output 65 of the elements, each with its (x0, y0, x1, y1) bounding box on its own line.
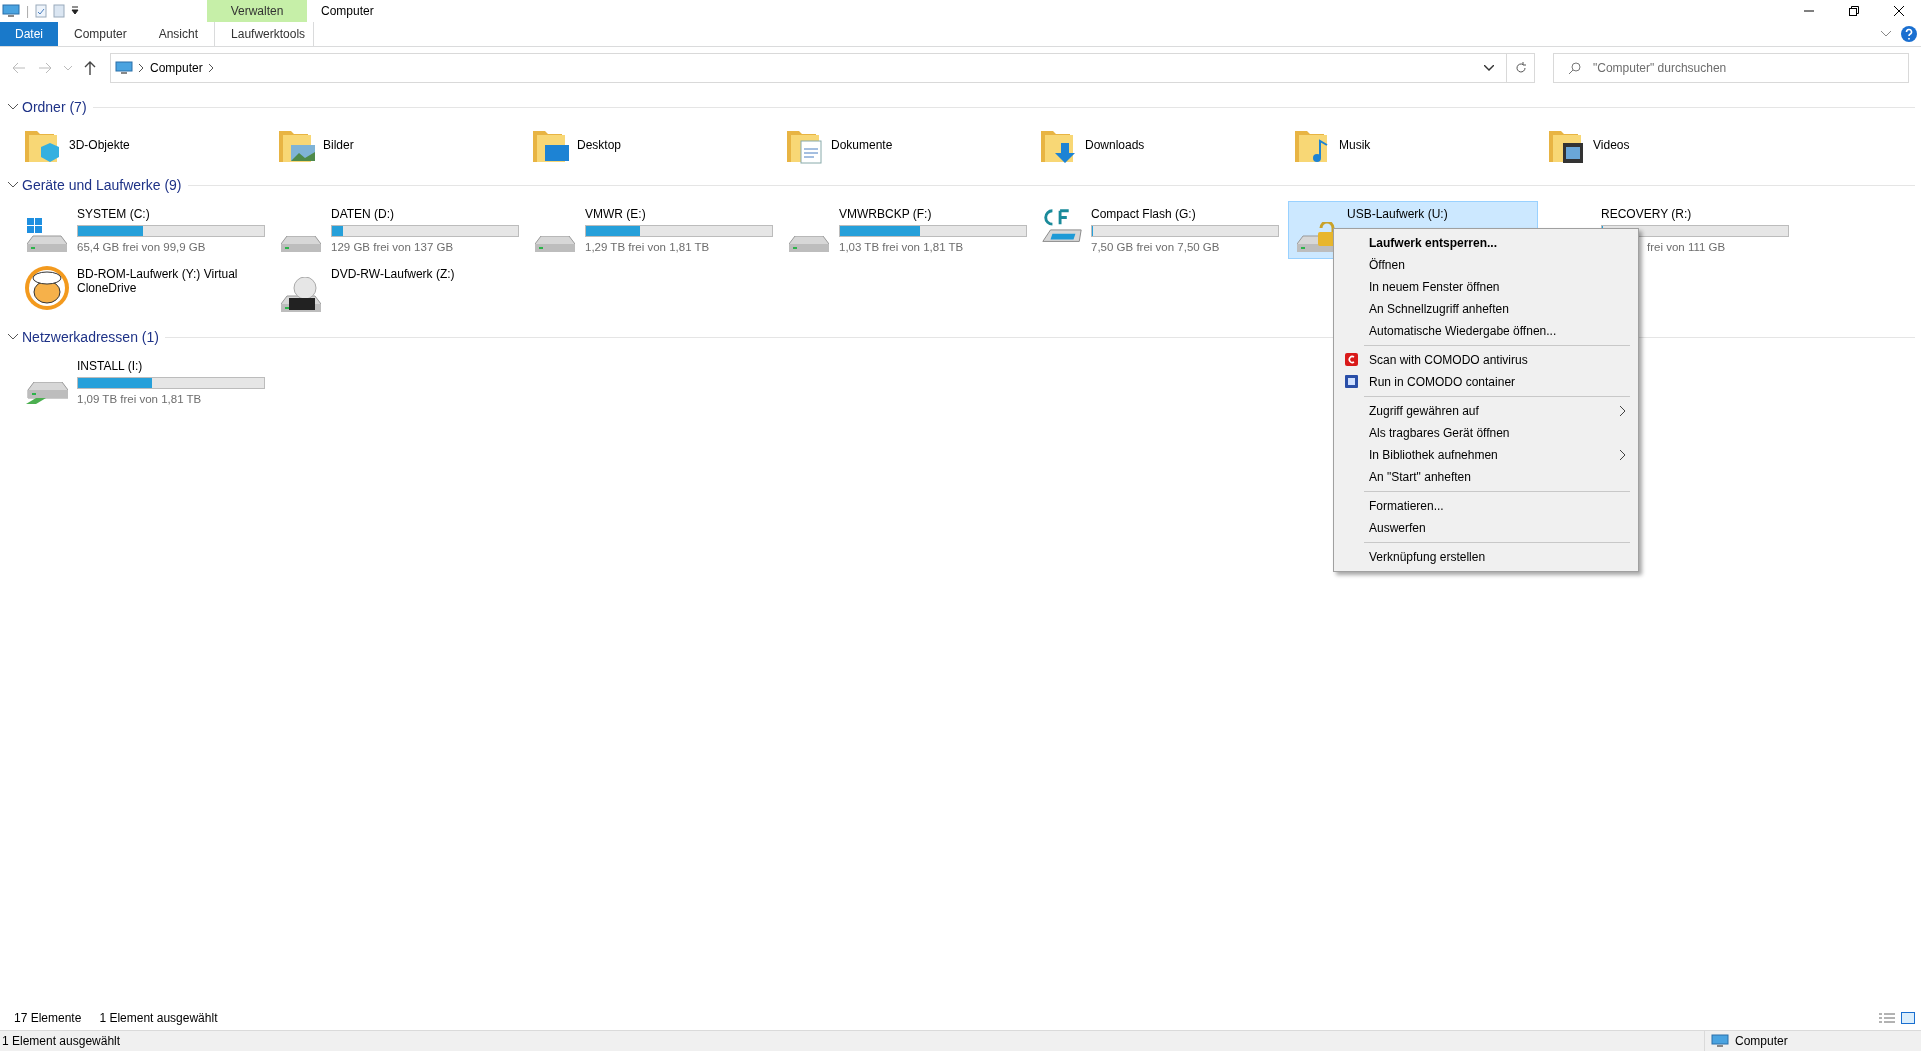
drive-item[interactable]: Compact Flash (G:) 7,50 GB frei von 7,50 GB (1034, 201, 1284, 259)
free-space-text: frei von 111 GB (1646, 241, 1727, 253)
menu-item[interactable]: Formatieren... (1336, 495, 1636, 517)
folder-name: Dokumente (831, 138, 893, 152)
menu-item[interactable]: Verknüpfung erstellen (1336, 546, 1636, 568)
drive-name: DVD-RW-Laufwerk (Z:) (331, 267, 455, 281)
menu-item[interactable]: Als tragbares Gerät öffnen (1336, 422, 1636, 444)
drive-name: DATEN (D:) (331, 207, 396, 221)
folder-item[interactable]: Musik (1288, 123, 1538, 167)
toolbar-separator: | (26, 4, 30, 18)
drive-item[interactable]: DVD-RW-Laufwerk (Z:) (272, 261, 522, 319)
menu-item[interactable]: Auswerfen (1336, 517, 1636, 539)
window-title: Computer (321, 4, 374, 18)
drive-name: BD-ROM-Laufwerk (Y:) Virtual CloneDrive (77, 267, 239, 295)
drive-item[interactable]: VMWRBCKP (F:) 1,03 TB frei von 1,81 TB (780, 201, 1030, 259)
drive-item[interactable]: BD-ROM-Laufwerk (Y:) Virtual CloneDrive (18, 261, 268, 319)
drive-name: VMWRBCKP (F:) (839, 207, 933, 221)
folder-name: Downloads (1085, 138, 1145, 152)
free-space-text: 65,4 GB frei von 99,9 GB (77, 241, 207, 253)
ribbon-tab[interactable]: Datei (0, 22, 58, 46)
free-space-text: 7,50 GB frei von 7,50 GB (1091, 241, 1221, 253)
drive-item[interactable]: SYSTEM (C:) 65,4 GB frei von 99,9 GB (18, 201, 268, 259)
free-space-text: 129 GB frei von 137 GB (331, 241, 455, 253)
folder-name: Bilder (323, 138, 354, 152)
drive-item[interactable]: DATEN (D:) 129 GB frei von 137 GB (272, 201, 522, 259)
drive-name: RECOVERY (R:) (1601, 207, 1693, 221)
menu-item[interactable]: An "Start" anheften (1336, 466, 1636, 488)
zone-text: Computer (1735, 1034, 1788, 1048)
folder-name: 3D-Objekte (69, 138, 130, 152)
folder-item[interactable]: Bilder (272, 123, 522, 167)
drive-name: VMWR (E:) (585, 207, 647, 221)
drive-item[interactable]: INSTALL (I:) 1,09 TB frei von 1,81 TB (18, 353, 268, 411)
search-box[interactable]: "Computer" durchsuchen (1553, 53, 1909, 83)
free-space-text: 1,03 TB frei von 1,81 TB (839, 241, 965, 253)
group-header[interactable]: Ordner (7) (6, 99, 87, 115)
status-text: 1 Element ausgewählt (2, 1034, 121, 1048)
drive-name: USB-Laufwerk (U:) (1347, 207, 1448, 221)
selection-count: 1 Element ausgewählt (99, 1011, 218, 1025)
ribbon-tab[interactable]: Laufwerktools (214, 22, 315, 46)
folder-item[interactable]: Dokumente (780, 123, 1030, 167)
menu-item[interactable]: In neuem Fenster öffnen (1336, 276, 1636, 298)
drive-name: SYSTEM (C:) (77, 207, 151, 221)
menu-item[interactable]: Automatische Wiedergabe öffnen... (1336, 320, 1636, 342)
folder-name: Musik (1339, 138, 1371, 152)
item-count: 17 Elemente (14, 1011, 82, 1025)
drive-name: Compact Flash (G:) (1091, 207, 1197, 221)
group-title: Ordner (7) (22, 99, 87, 115)
breadcrumb[interactable]: Computer (150, 61, 203, 75)
menu-item[interactable]: An Schnellzugriff anheften (1336, 298, 1636, 320)
folder-item[interactable]: Videos (1542, 123, 1792, 167)
folder-item[interactable]: Desktop (526, 123, 776, 167)
drive-item[interactable]: VMWR (E:) 1,29 TB frei von 1,81 TB (526, 201, 776, 259)
menu-item[interactable]: Scan with COMODO antivirus (1336, 349, 1636, 371)
address-bar[interactable]: Computer (110, 53, 1535, 83)
folder-name: Videos (1593, 138, 1630, 152)
menu-item[interactable]: In Bibliothek aufnehmen (1336, 444, 1636, 466)
free-space-text: 1,29 TB frei von 1,81 TB (585, 241, 711, 253)
folder-item[interactable]: Downloads (1034, 123, 1284, 167)
menu-item[interactable]: Run in COMODO container (1336, 371, 1636, 393)
folder-name: Desktop (577, 138, 622, 152)
free-space-text: 1,09 TB frei von 1,81 TB (77, 393, 203, 405)
folder-item[interactable]: 3D-Objekte (18, 123, 268, 167)
menu-item[interactable]: Zugriff gewähren auf (1336, 400, 1636, 422)
drive-name: INSTALL (I:) (77, 359, 144, 373)
context-group-label: Verwalten (207, 0, 307, 22)
